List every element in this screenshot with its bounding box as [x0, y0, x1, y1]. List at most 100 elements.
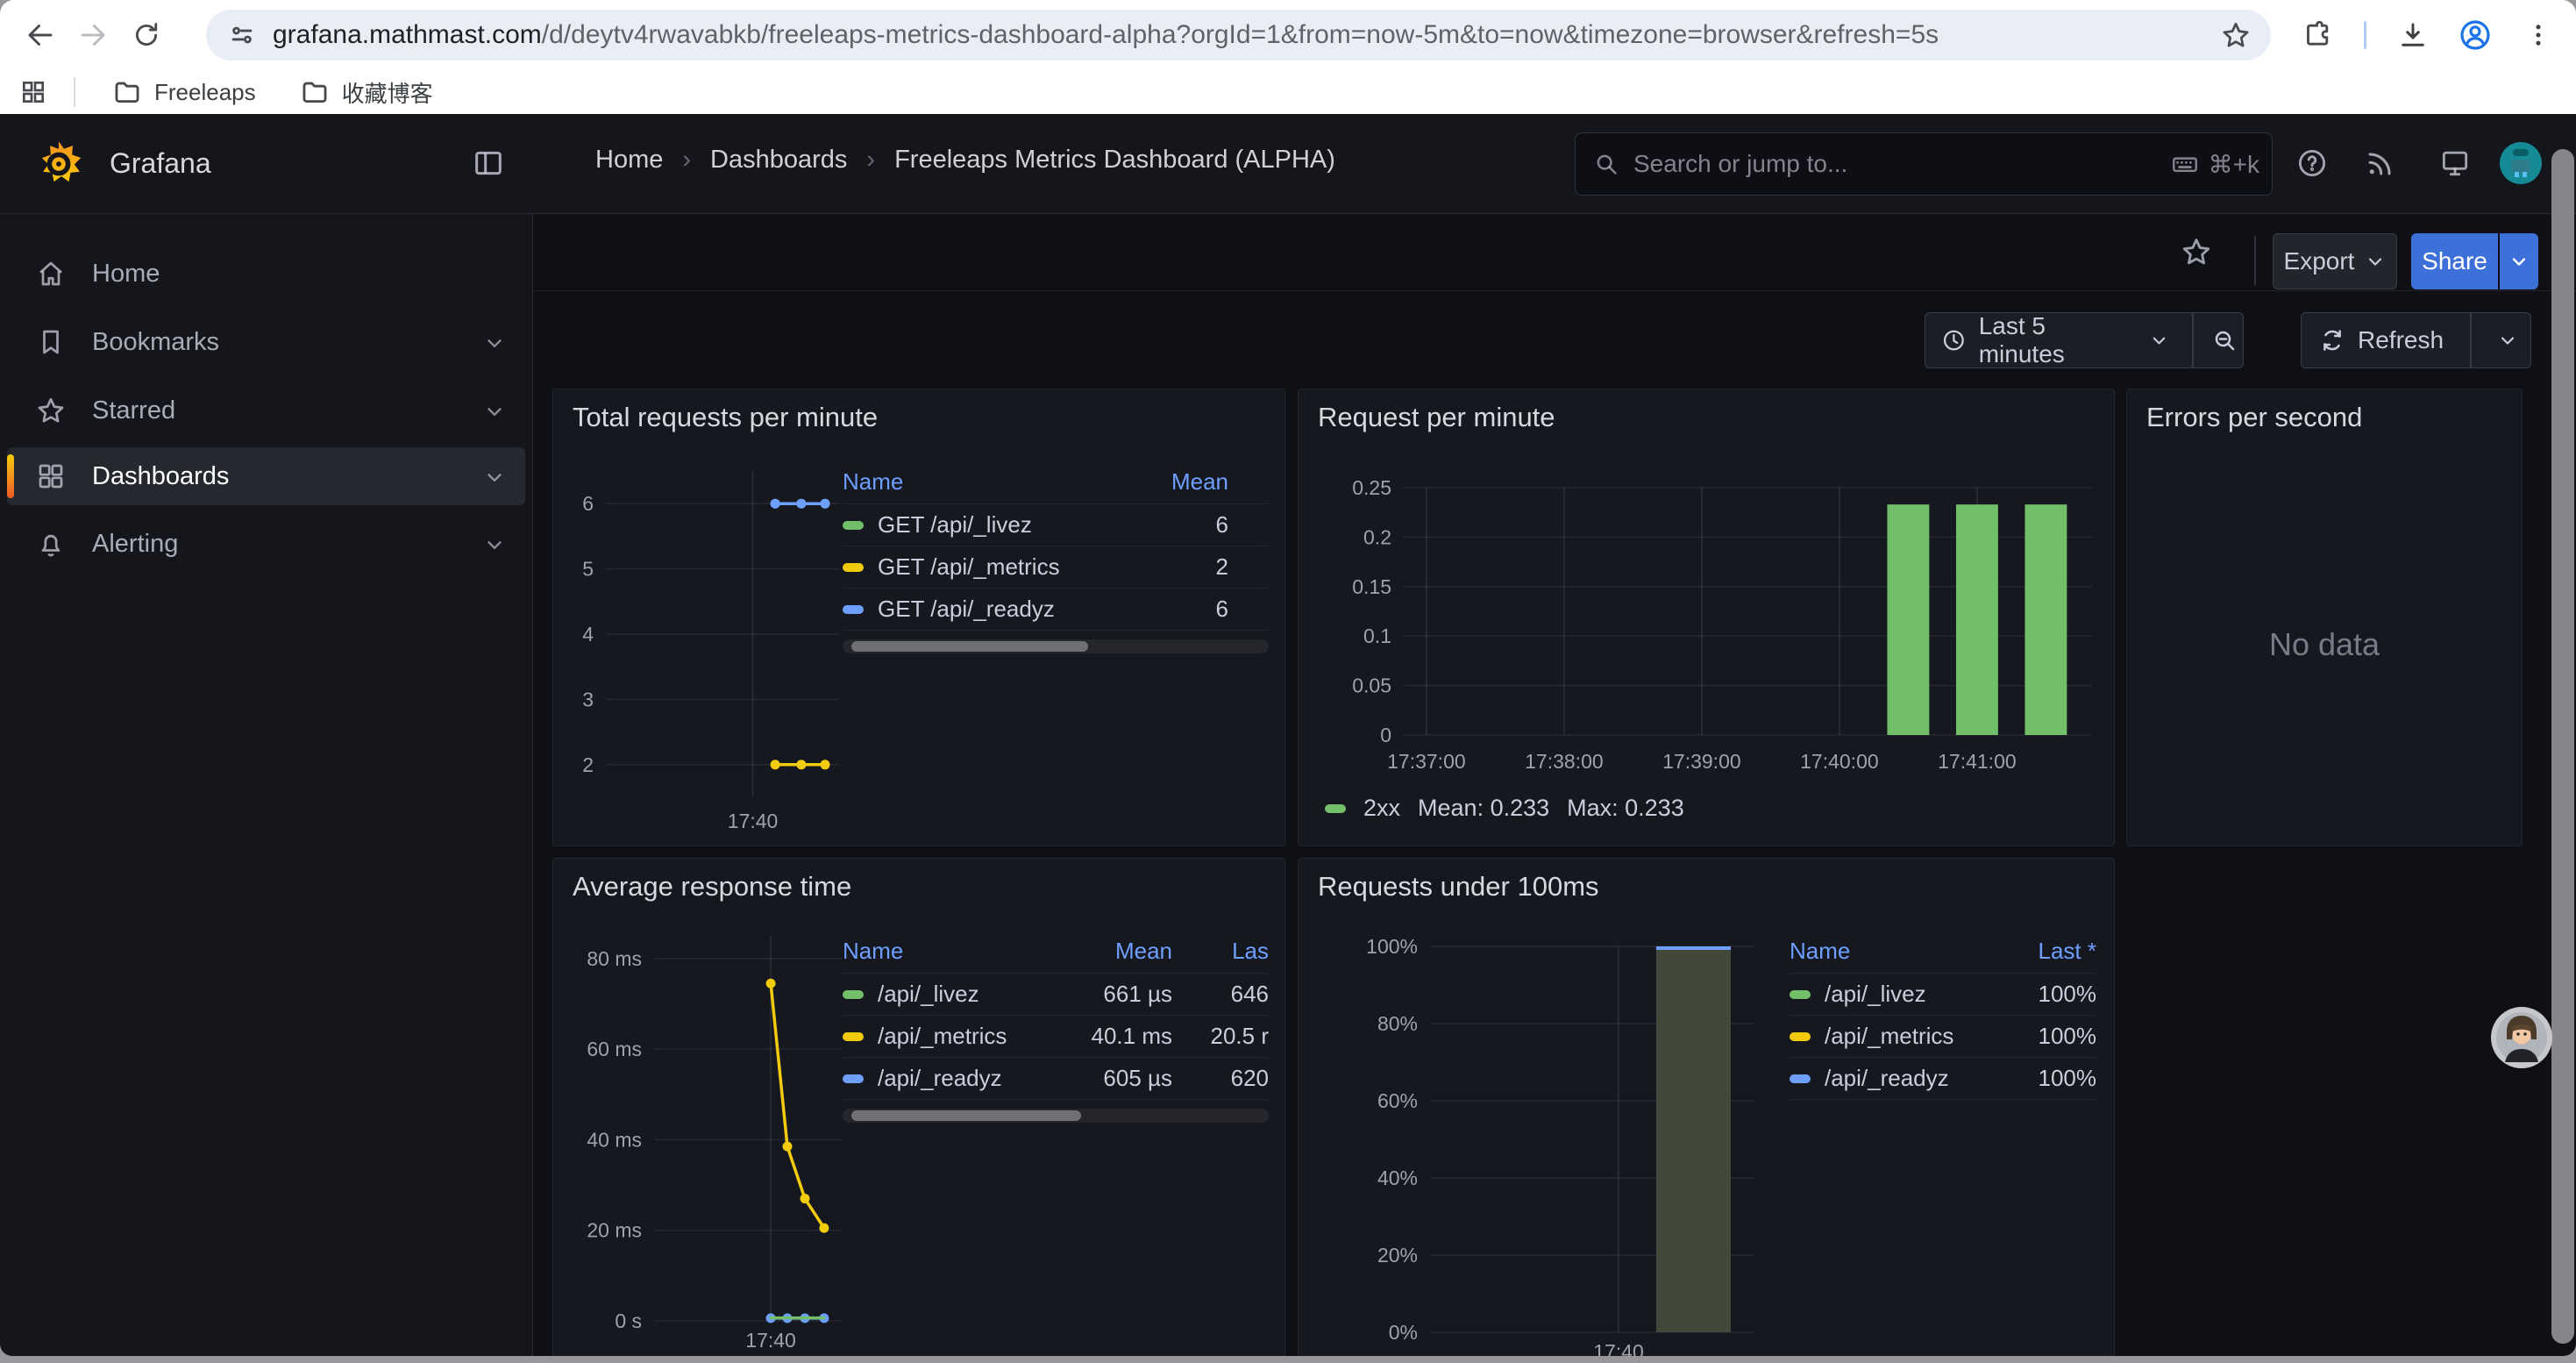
sidebar-item-dashboards[interactable]: Dashboards: [7, 447, 525, 505]
rss-icon[interactable]: [2358, 140, 2403, 186]
downloads-icon[interactable]: [2390, 12, 2436, 58]
panel-title[interactable]: Errors per second: [2146, 402, 2362, 433]
search-input[interactable]: Search or jump to... ⌘+k: [1575, 132, 2273, 196]
share-dropdown-button[interactable]: [2500, 233, 2538, 289]
col-mean[interactable]: Mean: [1106, 468, 1269, 496]
chevron-down-icon[interactable]: [483, 400, 506, 423]
svg-text:0.25: 0.25: [1352, 476, 1391, 499]
apps-grid-icon[interactable]: [19, 78, 47, 106]
user-avatar[interactable]: [2498, 140, 2544, 186]
menu-kebab-icon[interactable]: [2516, 12, 2561, 58]
extensions-icon[interactable]: [2295, 12, 2340, 58]
legend-row[interactable]: /api/_readyz 605 µs 620: [843, 1058, 1269, 1100]
bookmark-folder-blogs[interactable]: 收藏博客: [286, 69, 447, 116]
bell-icon: [35, 528, 67, 560]
bookmarks-divider: [74, 77, 75, 107]
bookmark-folder-freeleaps[interactable]: Freeleaps: [98, 70, 270, 114]
time-range-picker[interactable]: Last 5 minutes: [1925, 312, 2244, 368]
series-chip: [843, 605, 864, 614]
col-name[interactable]: Name: [843, 938, 1041, 965]
keyboard-icon: [2170, 149, 2200, 179]
legend-header[interactable]: Name Mean: [843, 460, 1269, 504]
active-accent-bar: [7, 454, 14, 498]
legend-row[interactable]: /api/_metrics 100%: [1790, 1016, 2096, 1058]
search-shortcut: ⌘+k: [2209, 150, 2259, 179]
panel-request-per-minute[interactable]: Request per minute 0.250.20.150.10.05017…: [1298, 389, 2115, 846]
panel-requests-under-100ms[interactable]: Requests under 100ms 100%80%60%40%20%0%1…: [1298, 858, 2115, 1356]
series-last: 646: [1172, 981, 1269, 1008]
chevron-down-icon[interactable]: [483, 332, 506, 354]
panel-total-requests[interactable]: Total requests per minute 6543217:40 Nam…: [552, 389, 1285, 846]
refresh-label: Refresh: [2358, 326, 2444, 354]
reload-icon[interactable]: [124, 12, 169, 58]
page-vscrollbar-thumb[interactable]: [2551, 149, 2574, 1344]
bookmark-star-icon[interactable]: [2220, 19, 2252, 51]
back-icon[interactable]: [18, 12, 63, 58]
chevron-down-icon[interactable]: [483, 466, 506, 489]
url-text: grafana.mathmast.com/d/deytv4rwavabkb/fr…: [273, 20, 1939, 50]
breadcrumb-dashboards[interactable]: Dashboards: [710, 146, 847, 175]
sidebar-item-label: Alerting: [92, 530, 178, 559]
chevron-down-icon[interactable]: [483, 533, 506, 556]
legend-row[interactable]: GET /api/_readyz 6: [843, 589, 1269, 631]
share-button[interactable]: Share: [2411, 233, 2498, 289]
favorite-star-icon[interactable]: [2174, 229, 2219, 275]
legend-table: Name Last * /api/_livez 100% /api/_metri…: [1790, 929, 2096, 1100]
sidebar-item-label: Bookmarks: [92, 328, 219, 357]
monitor-icon[interactable]: [2432, 140, 2478, 186]
series-name: 2xx: [1363, 795, 1400, 822]
legend-hscrollbar[interactable]: [843, 639, 1269, 653]
toolbar-divider: [2364, 21, 2366, 49]
col-last[interactable]: Las: [1172, 938, 1269, 965]
grafana-logo-icon[interactable]: [33, 139, 84, 189]
legend-row[interactable]: /api/_readyz 100%: [1790, 1058, 2096, 1100]
svg-text:17:40: 17:40: [745, 1329, 796, 1352]
picker-divider: [2192, 313, 2194, 368]
svg-text:60%: 60%: [1377, 1089, 1418, 1112]
svg-text:0.2: 0.2: [1363, 525, 1391, 548]
sidebar-item-home[interactable]: Home: [7, 245, 525, 303]
main-content: Home › Dashboards › Freeleaps Metrics Da…: [532, 114, 2576, 1356]
series-mean: Mean: 0.233: [1418, 795, 1549, 822]
sidebar-collapse-icon[interactable]: [471, 146, 506, 181]
bar-chart[interactable]: 0.250.20.150.10.05017:37:0017:38:0017:39…: [1299, 389, 2115, 846]
forward-icon[interactable]: [70, 12, 116, 58]
legend-row[interactable]: /api/_livez 100%: [1790, 974, 2096, 1016]
help-icon[interactable]: [2289, 140, 2335, 186]
site-settings-icon[interactable]: [227, 20, 257, 50]
legend-header[interactable]: Name Last *: [1790, 929, 2096, 974]
series-mean: 6: [1106, 596, 1269, 623]
home-icon: [35, 258, 67, 289]
breadcrumb-home[interactable]: Home: [595, 146, 663, 175]
col-name[interactable]: Name: [1790, 938, 1991, 965]
sidebar-item-alerting[interactable]: Alerting: [7, 515, 525, 573]
zoom-out-icon[interactable]: [2206, 327, 2243, 353]
legend-row[interactable]: GET /api/_livez 6: [843, 504, 1269, 546]
series-name: /api/_livez: [1825, 981, 1926, 1008]
legend-header[interactable]: Name Mean Las: [843, 929, 1269, 974]
bookmarks-bar: Freeleaps 收藏博客: [0, 70, 2576, 114]
profile-icon[interactable]: [2452, 12, 2498, 58]
series-last: 20.5 r: [1172, 1023, 1269, 1050]
panel-avg-response-time[interactable]: Average response time 80 ms60 ms40 ms20 …: [552, 858, 1285, 1356]
export-button[interactable]: Export: [2273, 233, 2397, 289]
refresh-button[interactable]: Refresh: [2301, 312, 2531, 368]
time-controls-row: Last 5 minutes Refresh: [532, 290, 2576, 387]
col-name[interactable]: Name: [843, 468, 1106, 496]
chevron-down-icon: [2497, 330, 2518, 351]
col-mean[interactable]: Mean: [1041, 938, 1172, 965]
legend-line[interactable]: 2xx Mean: 0.233 Max: 0.233: [1325, 795, 1684, 822]
sidebar-item-bookmarks[interactable]: Bookmarks: [7, 313, 525, 371]
panel-errors-per-second[interactable]: Errors per second No data: [2126, 389, 2523, 846]
legend-row[interactable]: GET /api/_metrics 2: [843, 546, 1269, 589]
assistant-avatar[interactable]: [2490, 1006, 2553, 1069]
svg-text:5: 5: [582, 558, 594, 581]
scrollbar-thumb[interactable]: [851, 1110, 1081, 1121]
url-bar[interactable]: grafana.mathmast.com/d/deytv4rwavabkb/fr…: [206, 10, 2271, 61]
legend-row[interactable]: /api/_livez 661 µs 646: [843, 974, 1269, 1016]
col-last[interactable]: Last *: [1991, 938, 2096, 965]
sidebar-item-starred[interactable]: Starred: [7, 382, 525, 439]
scrollbar-thumb[interactable]: [851, 641, 1088, 652]
legend-row[interactable]: /api/_metrics 40.1 ms 20.5 r: [843, 1016, 1269, 1058]
legend-hscrollbar[interactable]: [843, 1109, 1269, 1123]
